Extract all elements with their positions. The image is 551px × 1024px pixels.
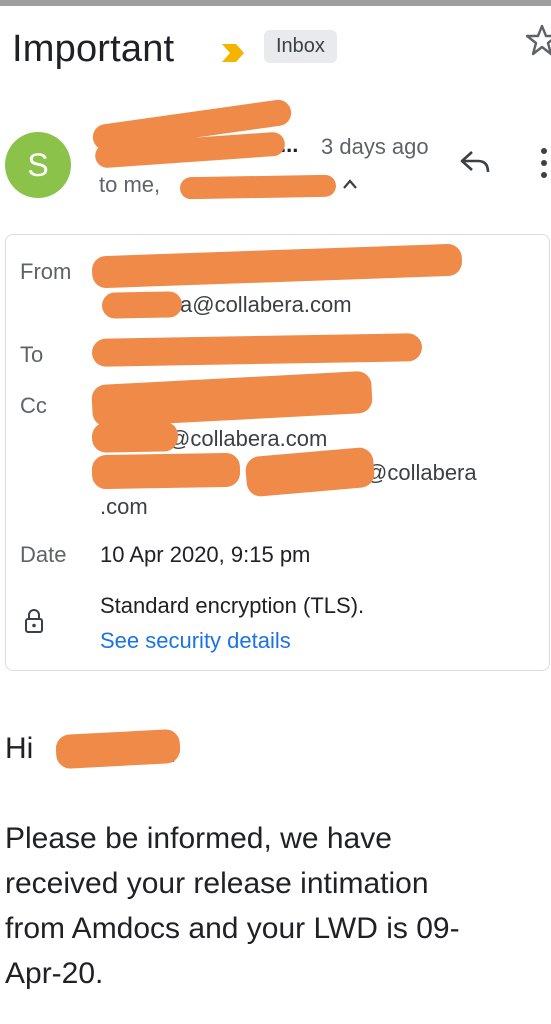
chevron-up-icon[interactable] [340, 176, 360, 192]
body-line-2: received your release intimation [5, 867, 429, 900]
cc-label: Cc [20, 393, 47, 418]
body-line-4: Apr-20. [5, 957, 104, 990]
recipients-summary[interactable]: to me, [99, 172, 160, 198]
message-time: 3 days ago [321, 134, 429, 159]
lock-icon [25, 609, 43, 633]
email-subject: Important [12, 28, 175, 70]
redaction-recipients [179, 174, 337, 200]
body-line-1: Please be informed, we have [5, 822, 392, 855]
inbox-label-chip[interactable]: Inbox [264, 30, 337, 63]
redaction-greeting-name [55, 728, 181, 770]
redaction-cc-3a [91, 452, 241, 490]
more-options-icon[interactable] [538, 145, 550, 181]
security-details-link[interactable]: See security details [100, 628, 291, 654]
body-line-3: from Amdocs and your LWD is 09- [5, 912, 460, 945]
redaction-from-email [101, 291, 183, 319]
cc-email-3[interactable]: @collabera [365, 460, 477, 486]
redaction-to [91, 333, 423, 367]
encryption-text: Standard encryption (TLS). [100, 593, 365, 618]
email-header: Important Inbox [0, 6, 551, 96]
date-value: 10 Apr 2020, 9:15 pm [100, 542, 311, 567]
to-label: To [20, 342, 44, 367]
cc-email-4: .com [100, 494, 148, 519]
star-icon[interactable] [524, 22, 551, 58]
redaction-cc-2 [91, 421, 179, 453]
greeting-word: Hi [5, 732, 34, 765]
cc-email-2[interactable]: @collabera.com [168, 426, 327, 452]
reply-icon[interactable] [458, 148, 492, 176]
from-email[interactable]: a@collabera.com [180, 292, 352, 318]
importance-marker-icon[interactable] [220, 42, 246, 64]
date-label: Date [20, 542, 67, 567]
sender-avatar[interactable]: S [5, 132, 71, 198]
from-label: From [20, 259, 72, 284]
